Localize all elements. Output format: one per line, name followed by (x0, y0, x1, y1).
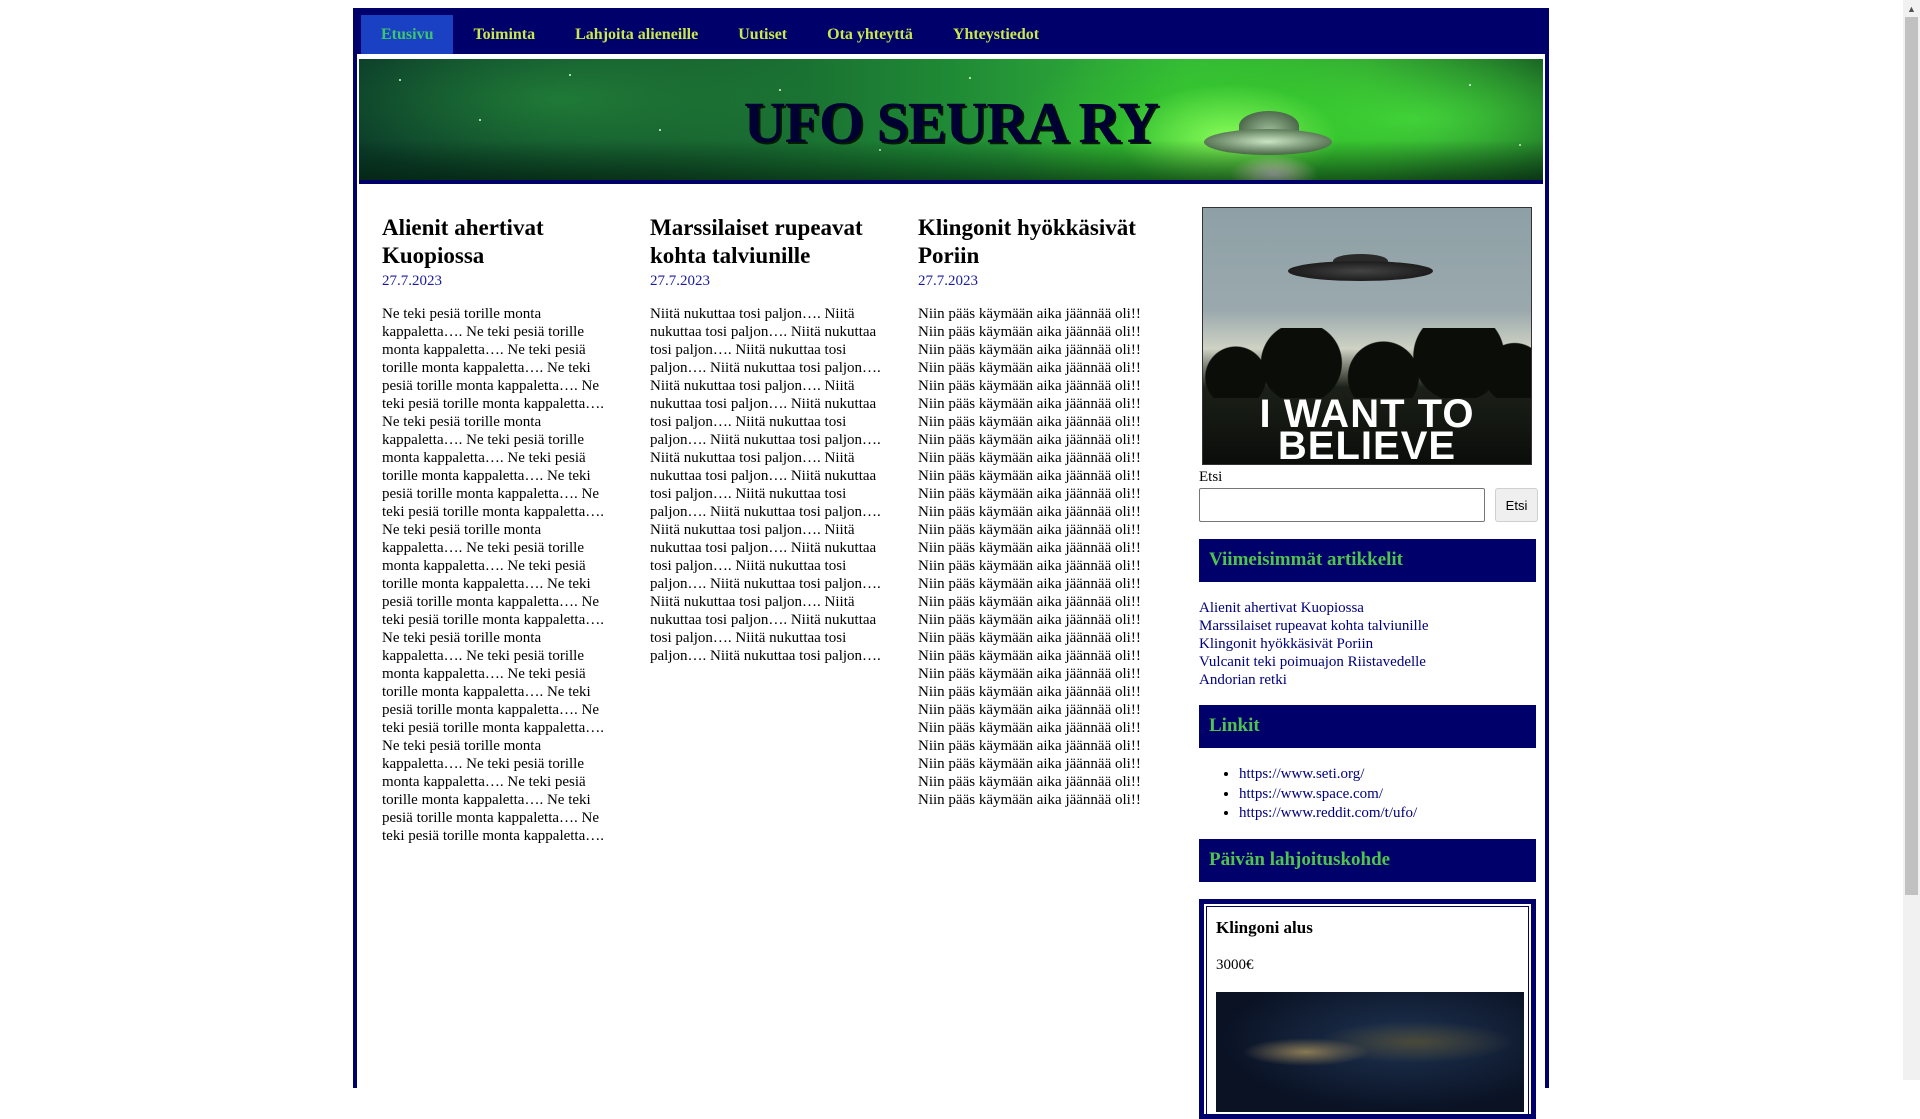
poster-text: I WANT TO BELIEVE (1203, 394, 1531, 465)
search-input[interactable] (1199, 488, 1485, 522)
external-link[interactable]: https://www.space.com/ (1239, 786, 1383, 802)
nav-etusivu[interactable]: Etusivu (361, 15, 454, 54)
article-title[interactable]: Alienit ahertivat Kuopiossa (382, 214, 622, 270)
poster-line2: BELIEVE (1277, 424, 1457, 465)
recent-article-link[interactable]: Andorian retki (1199, 672, 1287, 688)
main-nav: Etusivu Toiminta Lahjoita alieneille Uut… (357, 11, 1545, 54)
list-item: https://www.reddit.com/t/ufo/ (1239, 804, 1417, 824)
klingon-ship-image (1216, 992, 1524, 1112)
header-banner: UFO SEURA RY (359, 59, 1543, 184)
article-body: Ne teki pesiä torille monta kappaletta….… (382, 306, 605, 844)
recent-articles-title: Viimeisimmät artikkelit (1199, 539, 1536, 582)
search-button[interactable]: Etsi (1495, 488, 1538, 522)
links-title: Linkit (1199, 705, 1536, 748)
donation-card: Klingoni alus 3000€ (1199, 899, 1536, 1119)
nav-toiminta[interactable]: Toiminta (453, 15, 555, 54)
page-wrapper: Etusivu Toiminta Lahjoita alieneille Uut… (353, 8, 1549, 1119)
i-want-to-believe-poster: I WANT TO BELIEVE (1202, 207, 1532, 465)
nav-ota-yhteytta[interactable]: Ota yhteyttä (807, 15, 933, 54)
donation-item-title: Klingoni alus (1216, 918, 1313, 937)
recent-article-link[interactable]: Marssilaiset rupeavat kohta talviunille (1199, 618, 1429, 634)
article-title[interactable]: Klingonit hyökkäsivät Poriin (918, 214, 1163, 270)
article-date: 27.7.2023 (382, 273, 442, 289)
page-scrollbar[interactable]: ▲ (1903, 0, 1920, 1080)
list-item: Andorian retki (1199, 671, 1429, 689)
list-item: Vulcanit teki poimuajon Riistavedelle (1199, 653, 1429, 671)
donation-price: 3000€ (1216, 957, 1254, 973)
article-body: Niin pääs käymään aika jäännää oli!! Nii… (918, 306, 1141, 808)
article-date: 27.7.2023 (918, 273, 978, 289)
external-link[interactable]: https://www.seti.org/ (1239, 766, 1364, 782)
scroll-thumb[interactable] (1905, 17, 1918, 895)
list-item: Marssilaiset rupeavat kohta talviunille (1199, 617, 1429, 635)
list-item: https://www.space.com/ (1239, 785, 1417, 805)
list-item: https://www.seti.org/ (1239, 765, 1417, 785)
nav-yhteystiedot[interactable]: Yhteystiedot (933, 15, 1059, 54)
donation-widget-title: Päivän lahjoituskohde (1199, 839, 1536, 882)
recent-article-link[interactable]: Vulcanit teki poimuajon Riistavedelle (1199, 654, 1426, 670)
search-label: Etsi (1199, 469, 1223, 485)
article-date: 27.7.2023 (650, 273, 710, 289)
poster-treeline (1203, 328, 1531, 398)
article-alienit: Alienit ahertivat Kuopiossa 27.7.2023 Ne… (382, 214, 622, 845)
external-link[interactable]: https://www.reddit.com/t/ufo/ (1239, 805, 1417, 821)
triangle-up-icon[interactable]: ▲ (1903, 0, 1920, 17)
nav-uutiset[interactable]: Uutiset (718, 15, 807, 54)
article-marssilaiset: Marssilaiset rupeavat kohta talviunille … (650, 214, 890, 665)
article-body: Niitä nukuttaa tosi paljon…. Niitä nukut… (650, 306, 881, 664)
list-item: Alienit ahertivat Kuopiossa (1199, 599, 1429, 617)
links-list: https://www.seti.org/ https://www.space.… (1219, 765, 1417, 824)
recent-article-link[interactable]: Klingonit hyökkäsivät Poriin (1199, 636, 1373, 652)
site-title: UFO SEURA RY (743, 90, 1160, 155)
list-item: Klingonit hyökkäsivät Poriin (1199, 635, 1429, 653)
article-title[interactable]: Marssilaiset rupeavat kohta talviunille (650, 214, 890, 270)
ufo-icon (1288, 261, 1433, 281)
article-klingonit: Klingonit hyökkäsivät Poriin 27.7.2023 N… (918, 214, 1163, 809)
recent-articles-list: Alienit ahertivat Kuopiossa Marssilaiset… (1199, 599, 1429, 689)
recent-article-link[interactable]: Alienit ahertivat Kuopiossa (1199, 600, 1364, 616)
nav-lahjoita[interactable]: Lahjoita alieneille (555, 15, 718, 54)
